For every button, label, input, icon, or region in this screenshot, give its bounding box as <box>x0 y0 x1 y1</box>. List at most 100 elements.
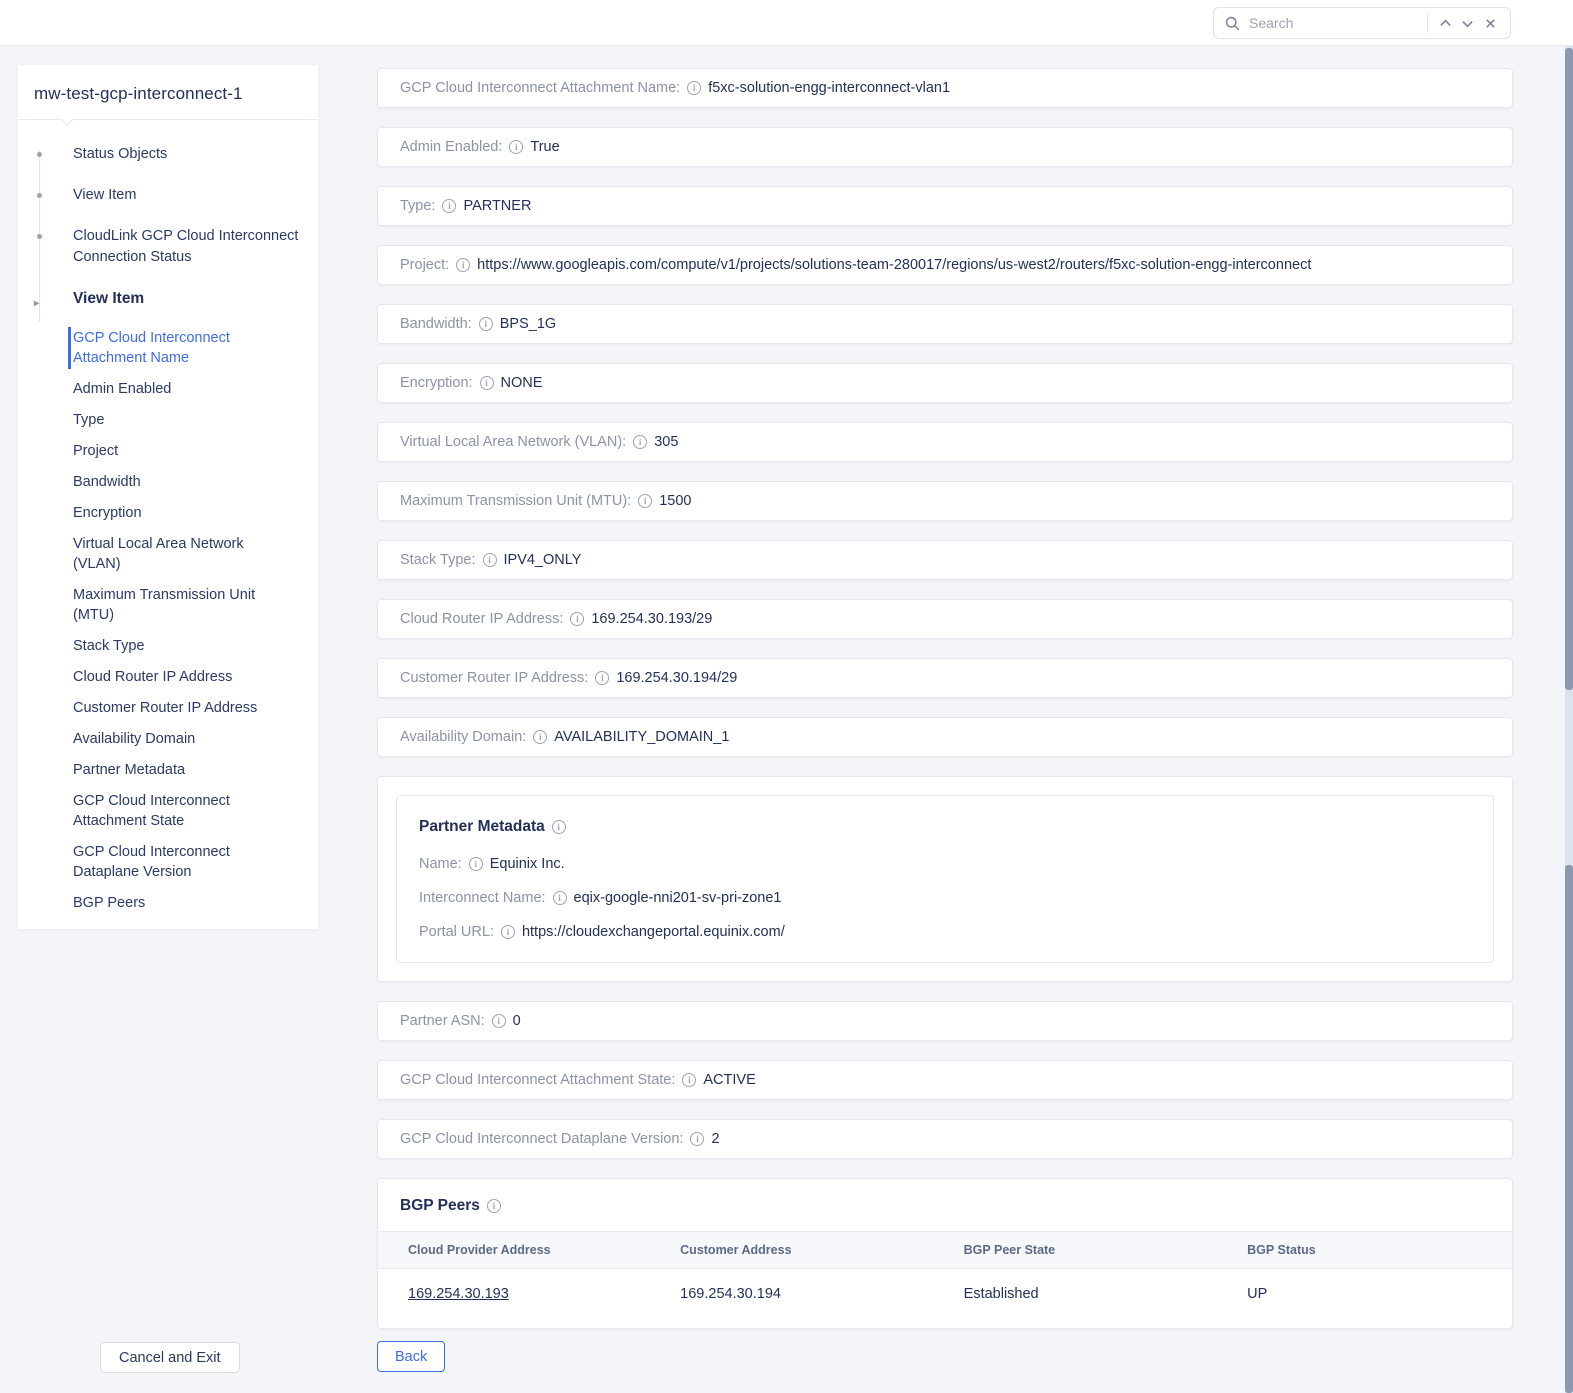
field-label: Customer Router IP Address: <box>400 670 588 686</box>
top-header <box>0 0 1573 46</box>
search-divider <box>1427 13 1428 33</box>
field-row-vlan: Virtual Local Area Network (VLAN): i 305 <box>377 422 1513 462</box>
field-value: 305 <box>654 434 678 450</box>
info-icon[interactable]: i <box>509 140 523 154</box>
field-row-encryption: Encryption: i NONE <box>377 363 1513 403</box>
sidebar-item-encryption[interactable]: Encryption <box>18 498 304 528</box>
field-label: Partner ASN: <box>400 1013 485 1029</box>
search-close-button[interactable] <box>1479 11 1502 35</box>
nav-tree: Status Objects View Item CloudLink GCP C… <box>18 120 318 929</box>
field-label: Project: <box>400 257 449 273</box>
info-icon[interactable]: i <box>492 1014 506 1028</box>
info-icon[interactable]: i <box>533 730 547 744</box>
info-icon[interactable]: i <box>480 376 494 390</box>
info-icon[interactable]: i <box>456 258 470 272</box>
info-icon[interactable]: i <box>633 435 647 449</box>
sidebar-item-mtu[interactable]: Maximum Transmission Unit (MTU) <box>18 580 304 630</box>
search-input[interactable] <box>1249 15 1421 31</box>
scrollbar-thumb[interactable] <box>1565 48 1573 690</box>
search-prev-button[interactable] <box>1434 11 1457 35</box>
customer-address-cell: 169.254.30.194 <box>650 1286 934 1302</box>
field-row-admin-enabled: Admin Enabled: i True <box>377 127 1513 167</box>
sidebar-item-availability-domain[interactable]: Availability Domain <box>18 724 304 754</box>
field-label: Portal URL: <box>419 924 494 940</box>
sidebar-item-project[interactable]: Project <box>18 436 304 466</box>
info-icon[interactable]: i <box>682 1073 696 1087</box>
sidebar-item-cloudlink-connection-status[interactable]: CloudLink GCP Cloud Interconnect Connect… <box>18 226 304 268</box>
info-icon[interactable]: i <box>487 1199 501 1213</box>
info-icon[interactable]: i <box>442 199 456 213</box>
scrollbar-thumb[interactable] <box>1565 865 1573 1393</box>
field-row-interconnect-name: Interconnect Name: i eqix-google-nni201-… <box>419 890 1471 906</box>
sidebar-item-partner-metadata[interactable]: Partner Metadata <box>18 755 304 785</box>
info-icon[interactable]: i <box>479 317 493 331</box>
field-row-stack-type: Stack Type: i IPV4_ONLY <box>377 540 1513 580</box>
sidebar-item-stack-type[interactable]: Stack Type <box>18 631 304 661</box>
info-icon[interactable]: i <box>483 553 497 567</box>
column-header-bgp-status: BGP Status <box>1217 1243 1512 1257</box>
back-button[interactable]: Back <box>377 1341 445 1372</box>
sidebar-item-vlan[interactable]: Virtual Local Area Network (VLAN) <box>18 529 304 579</box>
field-value: 0 <box>513 1013 521 1029</box>
field-row-bandwidth: Bandwidth: i BPS_1G <box>377 304 1513 344</box>
field-value: AVAILABILITY_DOMAIN_1 <box>554 729 729 745</box>
info-icon[interactable]: i <box>690 1132 704 1146</box>
main-content: GCP Cloud Interconnect Attachment Name: … <box>377 68 1513 1372</box>
field-row-availability-domain: Availability Domain: i AVAILABILITY_DOMA… <box>377 717 1513 757</box>
sidebar-item-type[interactable]: Type <box>18 405 304 435</box>
field-value: PARTNER <box>463 198 531 214</box>
cancel-and-exit-button[interactable]: Cancel and Exit <box>100 1342 240 1373</box>
field-value: https://www.googleapis.com/compute/v1/pr… <box>477 257 1311 273</box>
bgp-peer-state-cell: Established <box>934 1286 1218 1302</box>
search-next-button[interactable] <box>1456 11 1479 35</box>
chevron-up-icon <box>1439 17 1452 30</box>
field-row-portal-url: Portal URL: i https://cloudexchangeporta… <box>419 924 1471 940</box>
info-icon[interactable]: i <box>552 820 566 834</box>
bullet-dot-icon <box>37 234 42 239</box>
sidebar-item-label: View Item <box>73 290 144 307</box>
field-value: f5xc-solution-engg-interconnect-vlan1 <box>708 80 950 96</box>
field-label: GCP Cloud Interconnect Attachment State: <box>400 1072 675 1088</box>
find-search-widget <box>1213 7 1511 39</box>
column-header-bgp-peer-state: BGP Peer State <box>934 1243 1218 1257</box>
sidebar-item-cloud-router-ip[interactable]: Cloud Router IP Address <box>18 662 304 692</box>
field-label: Availability Domain: <box>400 729 526 745</box>
field-label: GCP Cloud Interconnect Dataplane Version… <box>400 1131 683 1147</box>
field-label: Name: <box>419 856 462 872</box>
bgp-peers-table: Cloud Provider Address Customer Address … <box>378 1231 1512 1318</box>
cloud-provider-address-link[interactable]: 169.254.30.193 <box>408 1286 509 1302</box>
sidebar-item-bandwidth[interactable]: Bandwidth <box>18 467 304 497</box>
info-icon[interactable]: i <box>687 81 701 95</box>
sidebar-item-status-objects[interactable]: Status Objects <box>18 144 304 165</box>
bullet-dot-icon <box>37 152 42 157</box>
info-icon[interactable]: i <box>501 925 515 939</box>
info-icon[interactable]: i <box>469 857 483 871</box>
field-row-mtu: Maximum Transmission Unit (MTU): i 1500 <box>377 481 1513 521</box>
sidebar-item-attachment-state[interactable]: GCP Cloud Interconnect Attachment State <box>18 786 304 836</box>
info-icon[interactable]: i <box>638 494 652 508</box>
field-label: Type: <box>400 198 435 214</box>
sidebar-item-admin-enabled[interactable]: Admin Enabled <box>18 374 304 404</box>
bullet-dot-icon <box>37 193 42 198</box>
field-value: 169.254.30.193/29 <box>591 611 712 627</box>
field-label: Encryption: <box>400 375 473 391</box>
table-row: 169.254.30.193 169.254.30.194 Establishe… <box>378 1269 1512 1318</box>
info-icon[interactable]: i <box>595 671 609 685</box>
sidebar-item-gcp-attachment-name[interactable]: GCP Cloud Interconnect Attachment Name <box>18 323 304 373</box>
search-icon <box>1224 15 1241 32</box>
field-label: Virtual Local Area Network (VLAN): <box>400 434 626 450</box>
sidebar-item-customer-router-ip[interactable]: Customer Router IP Address <box>18 693 304 723</box>
column-header-customer-address: Customer Address <box>650 1243 934 1257</box>
column-header-cloud-provider-address: Cloud Provider Address <box>378 1243 650 1257</box>
nav-subtree: GCP Cloud Interconnect Attachment Name A… <box>18 323 304 918</box>
sidebar-item-view-item[interactable]: View Item <box>18 185 304 206</box>
sidebar-item-label: View Item <box>73 187 136 203</box>
info-icon[interactable]: i <box>553 891 567 905</box>
field-value: True <box>530 139 559 155</box>
info-icon[interactable]: i <box>570 612 584 626</box>
sidebar-item-bgp-peers[interactable]: BGP Peers <box>18 888 304 918</box>
sidebar-item-dataplane-version[interactable]: GCP Cloud Interconnect Dataplane Version <box>18 837 304 887</box>
field-value: eqix-google-nni201-sv-pri-zone1 <box>574 890 782 906</box>
sidebar-item-view-item-expanded[interactable]: ▸ View Item <box>18 288 304 309</box>
field-row-partner-name: Name: i Equinix Inc. <box>419 856 1471 872</box>
